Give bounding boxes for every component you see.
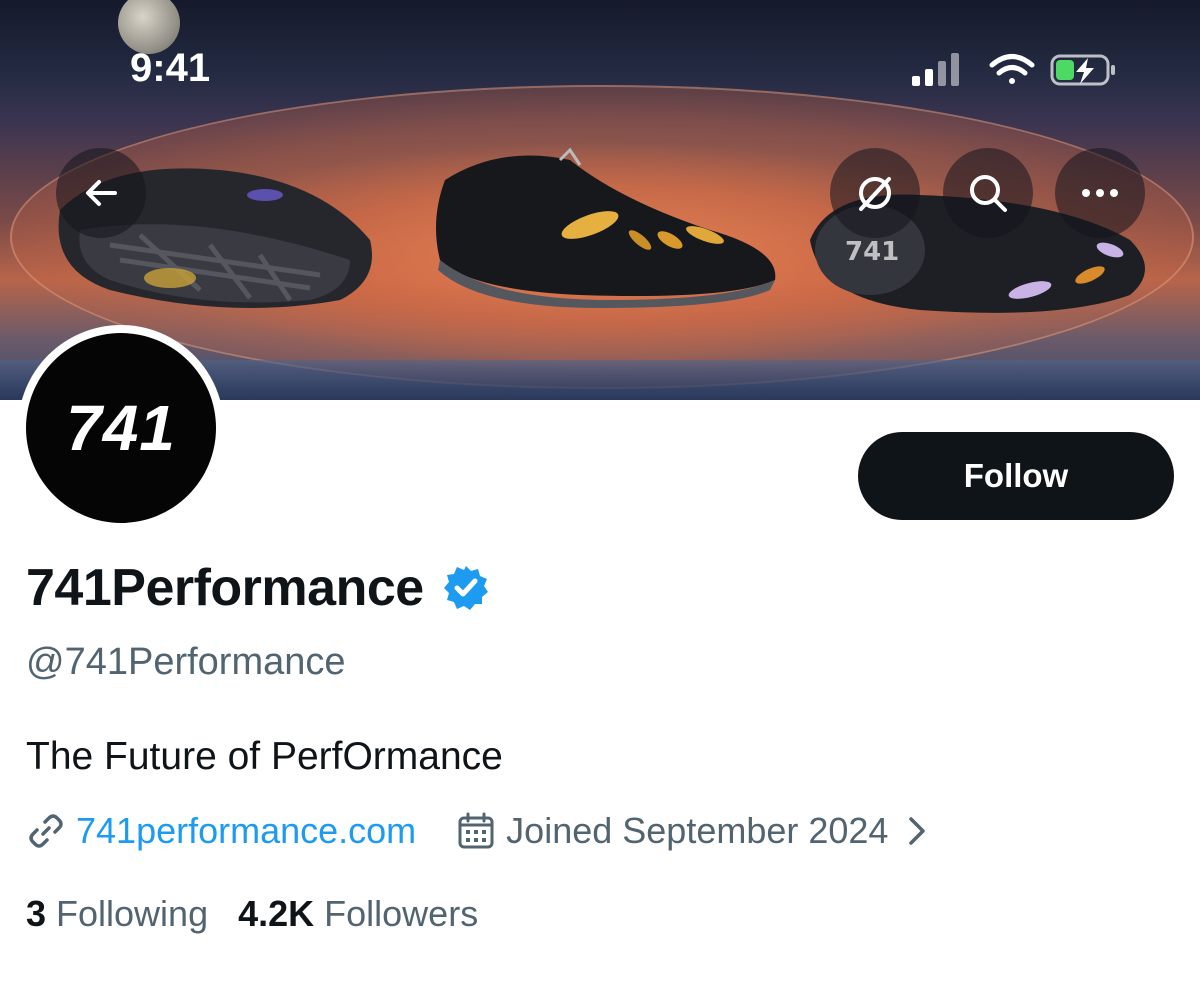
back-button[interactable] (56, 148, 146, 238)
display-name: 741Performance (26, 559, 424, 617)
website-link[interactable]: 741performance.com (76, 810, 416, 852)
avatar-image: 741 (26, 333, 216, 523)
bio: The Future of PerfOrmance (26, 735, 503, 778)
calendar-icon (458, 812, 494, 849)
more-options-button[interactable] (1055, 148, 1145, 238)
follow-button[interactable]: Follow (858, 432, 1174, 520)
handle: @741Performance (26, 641, 346, 683)
status-icons (912, 53, 1115, 86)
following-link[interactable]: 3 Following (26, 893, 208, 935)
following-count: 3 (26, 893, 47, 934)
link-icon (29, 814, 63, 848)
profile-avatar[interactable]: 741 (18, 325, 224, 531)
status-time: 9:41 (130, 46, 211, 90)
cellular-signal-icon (912, 53, 959, 86)
followers-count: 4.2K (238, 893, 315, 934)
battery-charging-icon (1050, 54, 1115, 86)
following-label: Following (56, 893, 209, 934)
more-icon (1082, 189, 1118, 197)
shoe-logo-text: 741 (845, 237, 899, 267)
chevron-right-icon[interactable] (902, 813, 932, 849)
display-name-row: 741Performance (26, 558, 490, 618)
search-icon (970, 175, 1007, 212)
follow-counts: 3 Following 4.2K Followers (26, 893, 508, 935)
status-bar: 9:41 (0, 0, 1200, 100)
shoe-center-image (436, 147, 776, 308)
avatar-logo-text: 741 (66, 392, 176, 464)
grok-button[interactable] (830, 148, 920, 238)
wifi-icon (989, 54, 1035, 84)
verified-icon[interactable] (442, 564, 490, 612)
back-arrow-icon (86, 180, 117, 206)
followers-label: Followers (324, 893, 479, 934)
grok-icon (859, 177, 891, 211)
followers-link[interactable]: 4.2K Followers (238, 893, 478, 935)
joined-date[interactable]: Joined September 2024 (506, 810, 888, 852)
profile-meta: 741performance.com Joined September 2024 (26, 810, 942, 852)
search-button[interactable] (943, 148, 1033, 238)
